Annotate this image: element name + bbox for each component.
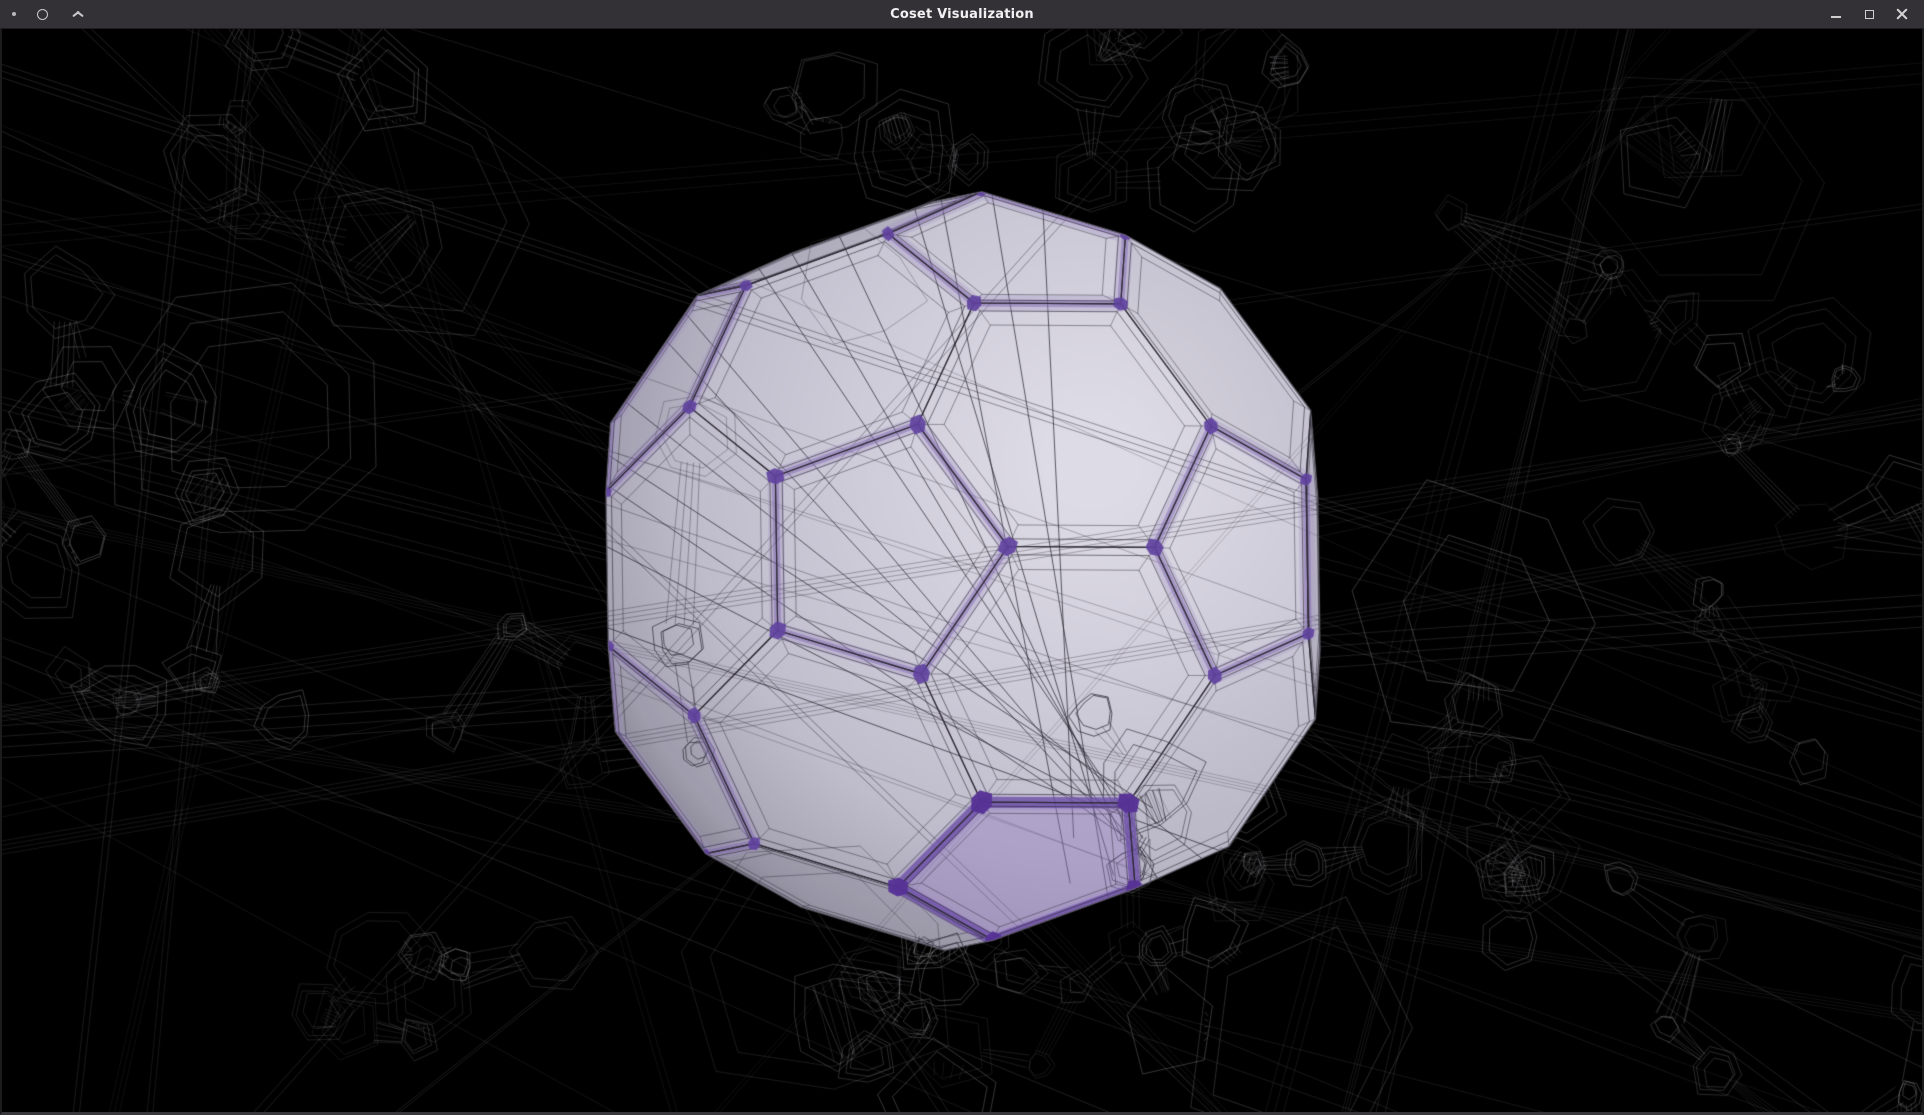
coset-3d-viewport[interactable]	[2, 29, 1922, 1112]
window-title: Coset Visualization	[0, 7, 1924, 22]
maximize-icon	[1865, 10, 1874, 19]
minimize-button[interactable]	[1826, 4, 1846, 24]
maximize-button[interactable]	[1859, 4, 1879, 24]
chevron-up-button[interactable]	[68, 4, 88, 24]
close-icon	[1896, 8, 1908, 20]
close-button[interactable]	[1892, 4, 1912, 24]
circle-button[interactable]	[32, 4, 52, 24]
app-window: Coset Visualization	[0, 0, 1924, 1114]
circle-icon	[37, 9, 48, 20]
chevron-up-icon	[72, 10, 84, 18]
titlebar-left-icons	[0, 4, 272, 24]
minimize-icon	[1831, 16, 1841, 18]
viewport	[0, 29, 1924, 1115]
window-controls	[1826, 4, 1924, 24]
titlebar[interactable]: Coset Visualization	[0, 0, 1924, 29]
dot-icon	[12, 12, 16, 16]
